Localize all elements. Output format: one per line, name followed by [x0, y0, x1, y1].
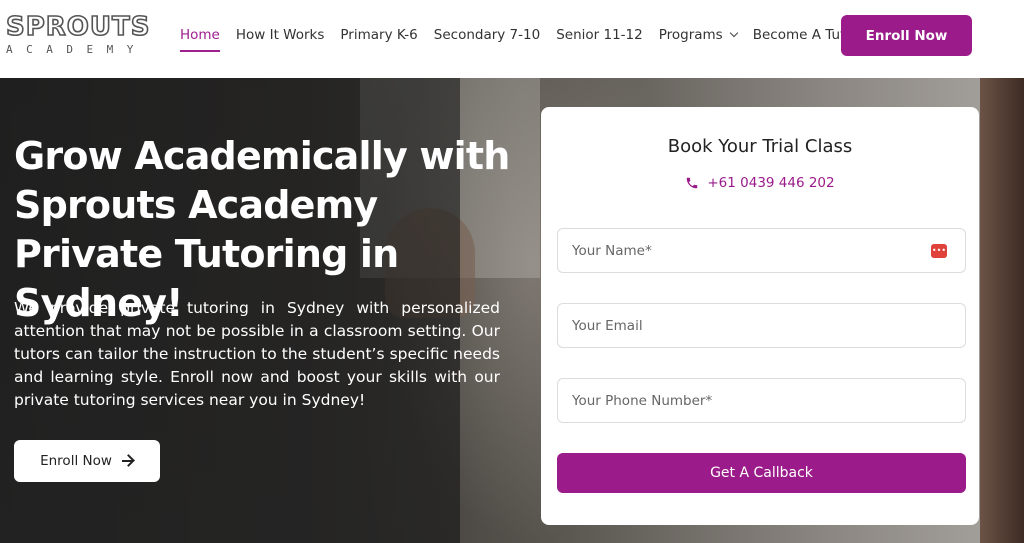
form-phone-link[interactable]: +61 0439 446 202 — [541, 175, 979, 191]
email-field-wrapper — [557, 303, 966, 348]
trial-class-form: Book Your Trial Class +61 0439 446 202 •… — [541, 107, 979, 525]
name-field-wrapper: ••• — [557, 228, 966, 273]
arrow-right-icon — [121, 455, 134, 467]
phone-input[interactable] — [558, 379, 965, 422]
hero-description: We provide private tutoring in Sydney wi… — [14, 299, 500, 409]
nav-programs[interactable]: Programs — [658, 0, 738, 70]
nav-secondary[interactable]: Secondary 7-10 — [434, 0, 540, 70]
chevron-down-icon — [729, 28, 738, 38]
enroll-now-button[interactable]: Enroll Now — [841, 15, 972, 56]
phone-field-wrapper — [557, 378, 966, 423]
logo-name: SPROUTS — [5, 12, 151, 42]
nav-home[interactable]: Home — [180, 0, 220, 70]
hero-background-edge — [980, 78, 1024, 543]
hero-enroll-label: Enroll Now — [40, 453, 112, 469]
form-title: Book Your Trial Class — [667, 136, 853, 157]
nav-senior[interactable]: Senior 11-12 — [556, 0, 643, 70]
form-phone-number: +61 0439 446 202 — [707, 175, 835, 191]
logo-tagline: ACADEMY — [6, 43, 147, 56]
nav-primary[interactable]: Primary K-6 — [340, 0, 417, 70]
email-input[interactable] — [558, 304, 965, 347]
main-nav: Home How It Works Primary K-6 Secondary … — [180, 0, 875, 70]
password-manager-icon[interactable]: ••• — [931, 244, 947, 258]
get-callback-button[interactable]: Get A Callback — [557, 453, 966, 493]
name-input[interactable] — [558, 229, 965, 272]
site-header: SPROUTS ACADEMY Home How It Works Primar… — [0, 0, 1024, 78]
hero-enroll-button[interactable]: Enroll Now — [14, 440, 160, 482]
nav-how-it-works[interactable]: How It Works — [236, 0, 325, 70]
nav-programs-label: Programs — [658, 27, 723, 43]
phone-icon — [687, 177, 698, 189]
logo[interactable]: SPROUTS ACADEMY — [5, 12, 151, 56]
